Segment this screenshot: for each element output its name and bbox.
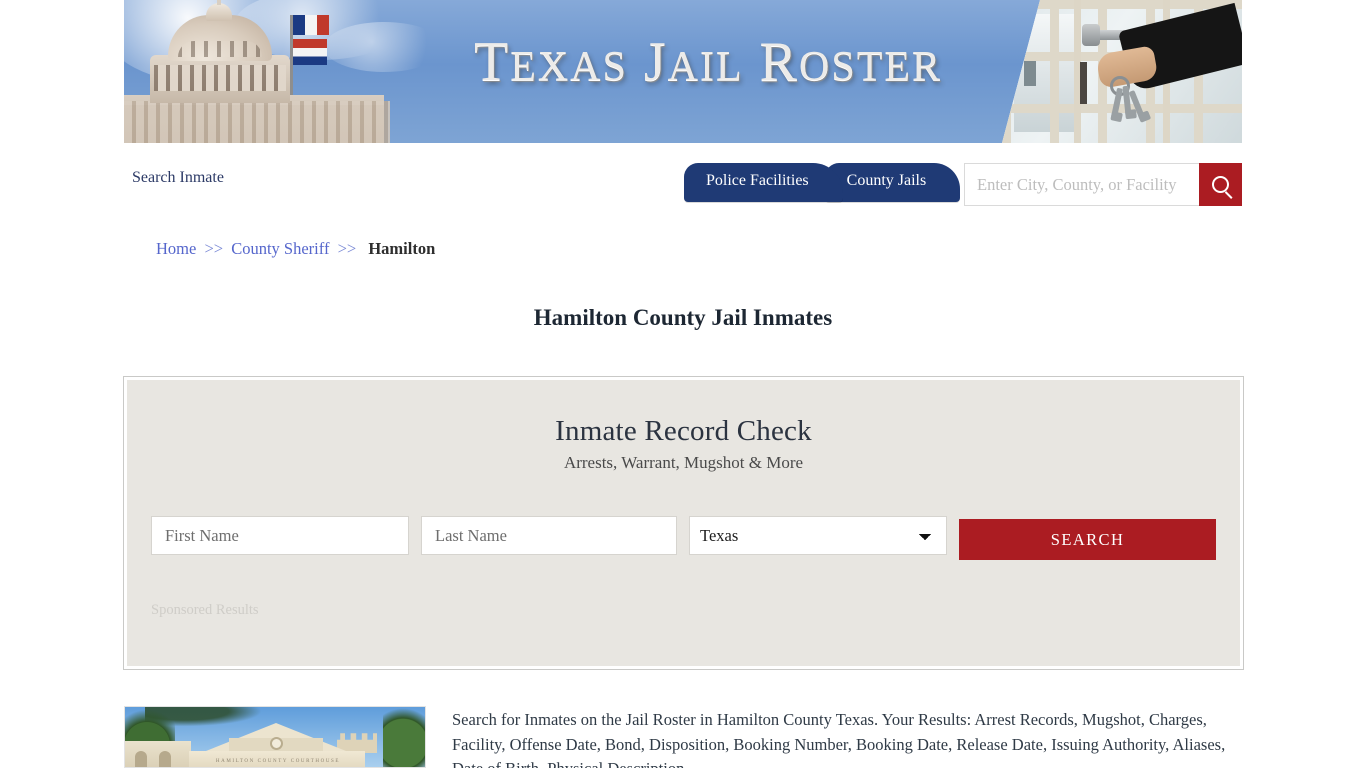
breadcrumb-separator: >> xyxy=(204,239,224,258)
record-check-subheading: Arrests, Warrant, Mugshot & More xyxy=(563,453,804,472)
site-search-input[interactable] xyxy=(964,163,1199,206)
breadcrumb-item-county-sheriff[interactable]: County Sheriff xyxy=(231,239,329,258)
courthouse-thumbnail: HAMILTON COUNTY COURTHOUSE xyxy=(124,706,426,768)
breadcrumb: Home >> County Sheriff >> Hamilton xyxy=(156,239,435,259)
breadcrumb-separator: >> xyxy=(337,239,357,258)
site-search xyxy=(964,163,1242,206)
page-title: Hamilton County Jail Inmates xyxy=(533,305,833,331)
keys-icon xyxy=(1106,76,1154,123)
breadcrumb-item-home[interactable]: Home xyxy=(156,239,196,258)
breadcrumb-item-current: Hamilton xyxy=(368,239,436,258)
page-description: Search for Inmates on the Jail Roster in… xyxy=(452,710,1226,768)
sponsored-results-label: Sponsored Results xyxy=(151,602,259,618)
last-name-input[interactable] xyxy=(421,516,678,555)
page-root: TEXAS JAIL ROSTER Search Inmate Police F xyxy=(0,0,1366,768)
record-check-form: Texas SEARCH xyxy=(151,516,1216,560)
search-icon xyxy=(1212,176,1229,193)
tab-police-facilities[interactable]: Police Facilities xyxy=(684,163,843,202)
nav-search-inmate-link[interactable]: Search Inmate xyxy=(132,169,224,187)
record-check-search-button[interactable]: SEARCH xyxy=(959,519,1216,560)
first-name-input[interactable] xyxy=(151,516,410,555)
top-nav: Search Inmate Police Facilities County J… xyxy=(124,143,1242,211)
jail-door-photo xyxy=(1002,0,1242,143)
record-check-heading: Inmate Record Check xyxy=(555,415,812,447)
site-search-button[interactable] xyxy=(1199,163,1242,206)
courthouse-sign-text: HAMILTON COUNTY COURTHOUSE xyxy=(215,759,341,764)
tab-county-jails[interactable]: County Jails xyxy=(824,163,961,202)
state-select[interactable]: Texas xyxy=(689,516,948,555)
inmate-record-check-panel: Inmate Record Check Arrests, Warrant, Mu… xyxy=(123,376,1244,670)
site-banner: TEXAS JAIL ROSTER xyxy=(124,0,1242,143)
nav-tabs: Police Facilities County Jails xyxy=(684,163,961,202)
